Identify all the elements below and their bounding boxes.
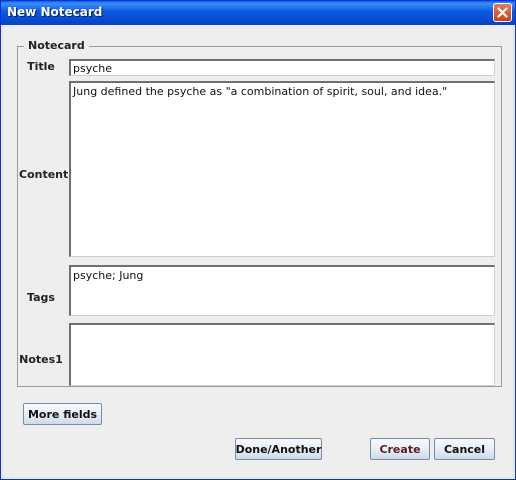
title-label: Title [27,60,55,73]
dialog-body: Notecard Title psyche Content Jung defin… [4,25,512,477]
cancel-label: Cancel [443,442,486,456]
create-label: Create [379,442,421,456]
content-label: Content [19,168,69,181]
content-textarea[interactable]: Jung defined the psyche as "a combinatio… [69,81,495,257]
window-title: New Notecard [7,5,103,19]
title-bar[interactable]: New Notecard [1,1,515,25]
create-button[interactable]: Create [370,438,430,460]
more-fields-label: More fields [27,407,98,421]
title-input[interactable]: psyche [69,59,495,76]
close-button[interactable] [493,3,512,22]
notes1-label: Notes1 [19,353,63,366]
group-legend: Notecard [24,39,89,52]
done-another-label: Done/Another [235,442,322,456]
tags-label: Tags [27,291,55,304]
close-icon [497,7,508,18]
done-another-button[interactable]: Done/Another [235,438,322,460]
more-fields-button[interactable]: More fields [23,403,102,425]
cancel-button[interactable]: Cancel [434,438,495,460]
tags-textarea[interactable]: psyche; Jung [69,265,495,316]
notes1-textarea[interactable] [69,323,495,386]
new-notecard-window: New Notecard Notecard Title psyche Conte… [0,0,516,480]
